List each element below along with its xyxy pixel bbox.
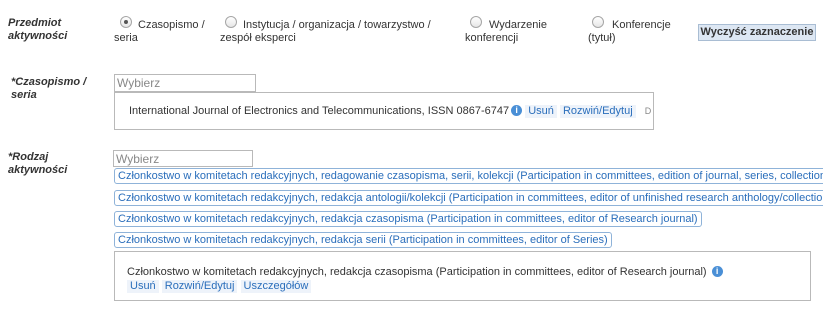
journal-selected-text: International Journal of Electronics and…	[129, 105, 510, 117]
journal-search-input[interactable]: Wybierz	[114, 74, 256, 92]
activity-suggestion[interactable]: Członkostwo w komitetach redakcyjnych, r…	[114, 168, 823, 184]
activity-selected-row: Członkostwo w komitetach redakcyjnych, r…	[127, 265, 723, 279]
activity-selected-text: Członkostwo w komitetach redakcyjnych, r…	[127, 266, 707, 278]
journal-expand-link[interactable]: Rozwiń/Edytuj	[559, 105, 636, 118]
journal-selected-box: International Journal of Electronics and…	[114, 92, 654, 130]
activity-label-line1: *Rodzaj	[8, 151, 49, 163]
radio-institution-label: Instytucja / organizacja / towarzystwo /…	[220, 19, 431, 44]
journal-trailing-mark: D	[644, 106, 652, 116]
activity-suggestion[interactable]: Członkostwo w komitetach redakcyjnych, r…	[114, 232, 612, 248]
activity-search-input[interactable]: Wybierz	[113, 150, 253, 167]
activity-suggestion[interactable]: Członkostwo w komitetach redakcyjnych, r…	[114, 211, 702, 227]
subject-label-line2: aktywności	[8, 30, 68, 42]
journal-selected-row: International Journal of Electronics and…	[129, 104, 651, 118]
subject-label: Przedmiot aktywności	[8, 17, 108, 43]
activity-selected-actions: Usuń Rozwiń/Edytuj Uszczegółów	[127, 280, 312, 293]
activity-label: *Rodzaj aktywności	[8, 151, 108, 177]
info-icon[interactable]: i	[711, 266, 723, 277]
activity-remove-link[interactable]: Usuń	[127, 280, 159, 293]
subject-label-line1: Przedmiot	[8, 17, 62, 29]
activity-expand-link[interactable]: Rozwiń/Edytuj	[161, 280, 238, 293]
activity-selected-box: Członkostwo w komitetach redakcyjnych, r…	[114, 251, 811, 301]
clear-selection-button[interactable]: Wyczyść zaznaczenie	[698, 24, 816, 41]
radio-conference-label: Konferencje (tytuł)	[588, 19, 671, 44]
activity-suggestion[interactable]: Członkostwo w komitetach redakcyjnych, r…	[114, 190, 823, 206]
radio-journal-label: Czasopismo / seria	[114, 19, 205, 44]
activity-label-line2: aktywności	[8, 164, 68, 176]
journal-remove-link[interactable]: Usuń	[525, 105, 557, 118]
info-icon[interactable]: i	[511, 105, 523, 116]
radio-event-label: Wydarzenie konferencji	[465, 19, 547, 44]
journal-label: *Czasopismo / seria	[11, 76, 87, 101]
activity-details-link[interactable]: Uszczegółów	[240, 280, 312, 293]
